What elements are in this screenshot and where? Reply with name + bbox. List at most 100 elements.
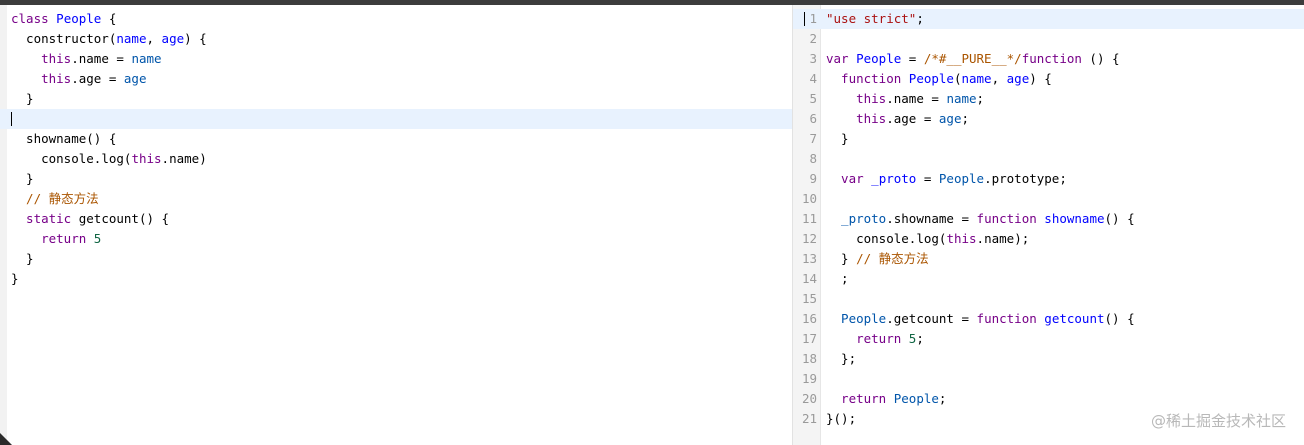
code-line[interactable]: // 静态方法 [0,189,792,209]
code-token: age [161,31,185,46]
code-line[interactable]: 11 _proto.showname = function showname()… [793,209,1304,229]
code-text: var People = /*#__PURE__*/function () { [826,49,1304,69]
code-token: }(); [826,411,857,426]
line-number: 16 [801,311,817,326]
code-token: . [886,91,894,106]
code-line[interactable]: 16 People.getcount = function getcount()… [793,309,1304,329]
code-token: var [826,171,864,186]
code-token: { [101,11,117,26]
code-token: = [101,71,124,86]
line-number: 17 [801,331,817,346]
code-token: name [169,151,200,166]
code-line[interactable]: } [0,269,792,289]
code-line[interactable]: 5 this.name = name; [793,89,1304,109]
code-line[interactable] [0,109,792,129]
output-editor-pane[interactable]: 1 "use strict"; 2 3 var People = /*#__PURE__… [793,5,1304,445]
code-line[interactable]: 1 "use strict"; [793,9,1304,29]
line-number: 6 [809,111,817,126]
code-line[interactable]: return 5 [0,229,792,249]
code-token: log [101,151,124,166]
code-line[interactable]: static getcount() { [0,209,792,229]
code-line[interactable]: 6 this.age = age; [793,109,1304,129]
code-token: = [108,51,132,66]
code-line[interactable]: class People { [0,9,792,29]
code-token: class [11,11,49,26]
code-token: this [826,111,887,126]
code-token: getcount [893,311,954,326]
code-text: this.name = name [11,49,792,69]
code-token: log [916,231,939,246]
code-token: , [991,71,1007,86]
code-text: console.log(this.name); [826,229,1304,249]
code-line[interactable]: 12 console.log(this.name); [793,229,1304,249]
code-text: } [11,89,792,109]
code-token: ; [938,391,947,406]
code-token: function [826,71,902,86]
line-number: 4 [809,71,817,86]
code-line[interactable]: } [0,249,792,269]
code-line[interactable]: this.name = name [0,49,792,69]
code-line[interactable]: 17 return 5; [793,329,1304,349]
code-line[interactable]: } [0,169,792,189]
code-line[interactable]: 19 [793,369,1304,389]
code-line[interactable]: this.age = age [0,69,792,89]
source-editor-pane[interactable]: class People { constructor(name, age) { … [0,5,792,445]
code-line[interactable]: 10 [793,189,1304,209]
code-token: } [826,251,849,266]
text-cursor [11,112,12,126]
code-token: ) { [184,31,207,46]
code-text: }; [826,349,1304,369]
code-line[interactable]: 3 var People = /*#__PURE__*/function () { [793,49,1304,69]
code-text: } [11,169,792,189]
code-token: showname [11,131,87,146]
code-line[interactable]: constructor(name, age) { [0,29,792,49]
code-token: age [938,111,962,126]
code-token: name [984,231,1015,246]
code-token: console [11,151,94,166]
code-token: ; [976,91,985,106]
line-number: 11 [801,211,817,226]
code-text: var _proto = People.prototype; [826,169,1304,189]
code-token: age [893,111,917,126]
code-line[interactable]: 8 [793,149,1304,169]
code-token: static [11,211,72,226]
code-line[interactable]: 4 function People(name, age) { [793,69,1304,89]
code-line[interactable]: } [0,89,792,109]
code-token: console [826,231,909,246]
code-line[interactable]: 9 var _proto = People.prototype; [793,169,1304,189]
code-token: . [71,51,79,66]
code-token: "use strict" [826,11,917,26]
code-line[interactable]: 7 } [793,129,1304,149]
code-token: // 静态方法 [848,251,929,266]
code-token: . [976,231,985,246]
code-token: People [826,311,887,326]
code-line[interactable]: 14 ; [793,269,1304,289]
code-token: . [161,151,170,166]
code-line[interactable]: showname() { [0,129,792,149]
code-token: } [11,271,19,286]
code-text: } [826,129,1304,149]
line-number: 15 [801,291,817,306]
line-number: 13 [801,251,817,266]
code-line[interactable]: 20 return People; [793,389,1304,409]
code-token: () { [1081,51,1120,66]
code-token: = [953,311,977,326]
code-line[interactable]: 2 [793,29,1304,49]
code-token: ); [1014,231,1030,246]
code-token: return [826,331,902,346]
code-token: ) { [1029,71,1052,86]
line-number: 3 [809,51,817,66]
line-number: 8 [809,151,817,166]
code-token: age [78,71,102,86]
code-token: name [961,71,992,86]
code-token: People [48,11,102,26]
line-number: 14 [801,271,817,286]
code-line[interactable]: 18 }; [793,349,1304,369]
code-line[interactable]: 13 } // 静态方法 [793,249,1304,269]
code-text: return 5; [826,329,1304,349]
line-number: 9 [809,171,817,186]
code-line[interactable]: 15 [793,289,1304,309]
code-line[interactable]: console.log(this.name) [0,149,792,169]
code-text: class People { [11,9,792,29]
code-token: this [131,151,162,166]
